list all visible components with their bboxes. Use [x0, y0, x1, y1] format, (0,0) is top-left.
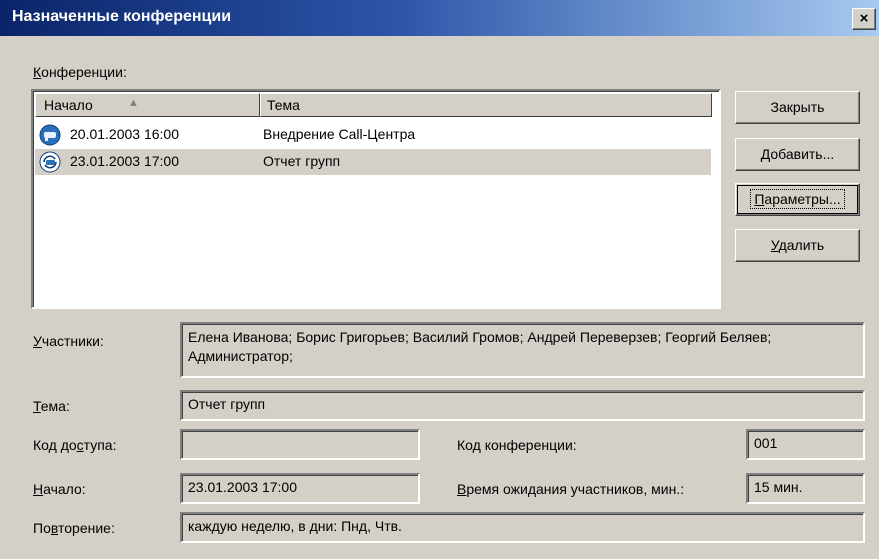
conference-icon — [39, 124, 61, 146]
conferences-list[interactable]: Начало ▲ Тема 20.01.2003 16:00 Внедрение… — [31, 89, 721, 309]
column-header-topic[interactable]: Тема — [260, 93, 712, 117]
participants-field[interactable]: Елена Иванова; Борис Григорьев; Василий … — [180, 322, 865, 378]
list-item[interactable]: 23.01.2003 17:00 Отчет групп — [35, 149, 711, 175]
topic-label: Тема: — [33, 398, 70, 414]
conference-code-field[interactable]: 001 — [746, 429, 865, 460]
sort-ascending-icon: ▲ — [128, 97, 139, 109]
recurring-conference-icon — [39, 151, 61, 173]
participants-label: Участники: — [33, 333, 104, 349]
topic-field[interactable]: Отчет групп — [180, 390, 865, 421]
start-field[interactable]: 23.01.2003 17:00 — [180, 473, 420, 504]
access-code-field[interactable] — [180, 429, 420, 460]
list-item[interactable]: 20.01.2003 16:00 Внедрение Call-Центра — [35, 122, 711, 148]
column-header-start[interactable]: Начало ▲ — [35, 93, 260, 117]
wait-time-label: Время ожидания участников, мин.: — [457, 481, 685, 497]
close-button[interactable]: Закрыть — [735, 91, 860, 124]
access-code-label: Код доступа: — [33, 437, 117, 453]
window-title: Назначенные конференции — [12, 8, 232, 25]
close-icon: × — [859, 10, 869, 27]
conferences-label: Конференции: — [33, 64, 127, 80]
delete-button[interactable]: Удалить — [735, 229, 860, 262]
conference-code-label: Код конференции: — [457, 437, 577, 453]
add-button[interactable]: Добавить... — [735, 138, 860, 171]
repeat-label: Повторение: — [33, 520, 115, 536]
repeat-field[interactable]: каждую неделю, в дни: Пнд, Чтв. — [180, 512, 865, 543]
close-window-button[interactable]: × — [852, 8, 876, 30]
start-label: Начало: — [33, 481, 86, 497]
wait-time-field[interactable]: 15 мин. — [746, 473, 865, 504]
parameters-button[interactable]: Параметры... — [735, 183, 860, 216]
title-bar: Назначенные конференции × — [0, 0, 879, 36]
